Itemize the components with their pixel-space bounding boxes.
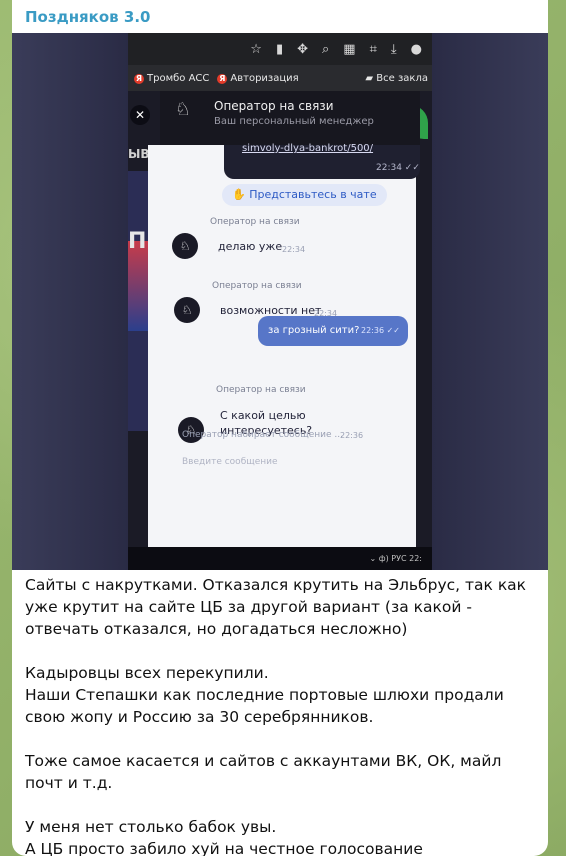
operator-label: Оператор на связи xyxy=(216,385,306,395)
sender-name[interactable]: Поздняков 3.0 xyxy=(25,8,150,26)
caption-paragraph: Кадыровцы всех перекупили. Наши Степашки… xyxy=(25,664,504,726)
bookmarks-bar: Я Тромбо АСС Я Авторизация ▰ Все закла xyxy=(128,65,432,91)
bookmark-label: Тромбо АСС xyxy=(147,72,210,84)
photographed-screen: ☆ ▮ ✥ ⌕ ▦ ⌗ ⤓ ● Я Тромбо АСС Я Авторизация… xyxy=(128,33,432,570)
operator-logo-icon: ♘ xyxy=(174,99,192,120)
bookmark-item: ▰ Все закла xyxy=(365,73,432,84)
hand-icon: ✋ xyxy=(232,188,250,201)
outgoing-text: за грозный сити? xyxy=(268,325,360,336)
bookmark-item: Я Авторизация xyxy=(217,72,299,84)
message-link: simvoly-dlya-bankrot/500/ xyxy=(242,143,374,154)
bookmark-item: Я Тромбо АСС xyxy=(134,73,209,84)
search-icon: ⌕ xyxy=(322,41,330,57)
operator-avatar: ♘ xyxy=(174,297,200,323)
outgoing-message: за грозный сити? 22:36 ✓✓ xyxy=(258,316,408,346)
widget-subtitle: Ваш персональный менеджер xyxy=(214,116,374,127)
folder-icon: ▰ xyxy=(365,72,377,84)
download-icon: ⤓ xyxy=(390,41,397,57)
typing-indicator: Оператор набирает сообщение ... xyxy=(182,430,343,440)
widget-title: Оператор на связи xyxy=(214,99,334,113)
caption-paragraph: Сайты с накрутками. Отказался крутить на… xyxy=(25,576,527,638)
introduce-yourself-button: ✋ Представьтесь в чате xyxy=(222,184,387,206)
chat-widget-body xyxy=(148,145,416,570)
bookmark-label: Авторизация xyxy=(230,72,299,84)
yandex-icon: Я xyxy=(217,73,228,84)
caption-paragraph: У меня нет столько бабок увы. А ЦБ прост… xyxy=(25,818,423,856)
user-icon: ● xyxy=(410,41,422,57)
site-partial-text: ЫВ xyxy=(128,147,150,161)
close-icon: ✕ xyxy=(130,105,150,125)
caption-paragraph: Тоже самое касается и сайтов с аккаунтам… xyxy=(25,752,502,792)
message-time: 22:36 xyxy=(340,431,364,440)
message-input-placeholder: Введите сообщение xyxy=(182,457,278,467)
message-time: 22:34 xyxy=(282,245,306,254)
incoming-message: делаю уже xyxy=(218,240,283,253)
operator-label: Оператор на связи xyxy=(210,217,300,227)
chat-widget-header: ♘ Оператор на связи Ваш персональный мен… xyxy=(160,91,420,145)
os-taskbar: ⌄ ф) РУС 22: xyxy=(128,547,432,570)
qr-icon: ▦ xyxy=(343,41,356,57)
message-time: 22:36 ✓✓ xyxy=(360,326,400,335)
photo-blur-right xyxy=(432,33,548,570)
yandex-icon: Я xyxy=(134,73,144,84)
intro-label: Представьтесь в чате xyxy=(249,188,377,201)
star-icon: ☆ xyxy=(250,41,262,57)
extension-icon: ✥ xyxy=(297,41,308,57)
battery-icon: ▮ xyxy=(275,41,284,57)
photo-blur-left xyxy=(12,33,128,570)
message-bubble[interactable]: Поздняков 3.0 ☆ ▮ ✥ ⌕ ▦ ⌗ ⤓ ● Я Тромбо АС… xyxy=(12,0,548,856)
site-partial-heading: П xyxy=(128,229,147,254)
crop-icon: ⌗ xyxy=(369,41,377,57)
message-text: Сайты с накрутками. Отказался крутить на… xyxy=(25,574,537,856)
browser-toolbar: ☆ ▮ ✥ ⌕ ▦ ⌗ ⤓ ● xyxy=(128,33,432,65)
operator-avatar: ♘ xyxy=(172,233,198,259)
message-time: 22:34 ✓✓ xyxy=(376,163,420,173)
operator-label: Оператор на связи xyxy=(212,281,302,291)
bookmark-label: Все закла xyxy=(376,72,428,84)
message-photo[interactable]: ☆ ▮ ✥ ⌕ ▦ ⌗ ⤓ ● Я Тромбо АСС Я Авторизация… xyxy=(12,33,548,570)
